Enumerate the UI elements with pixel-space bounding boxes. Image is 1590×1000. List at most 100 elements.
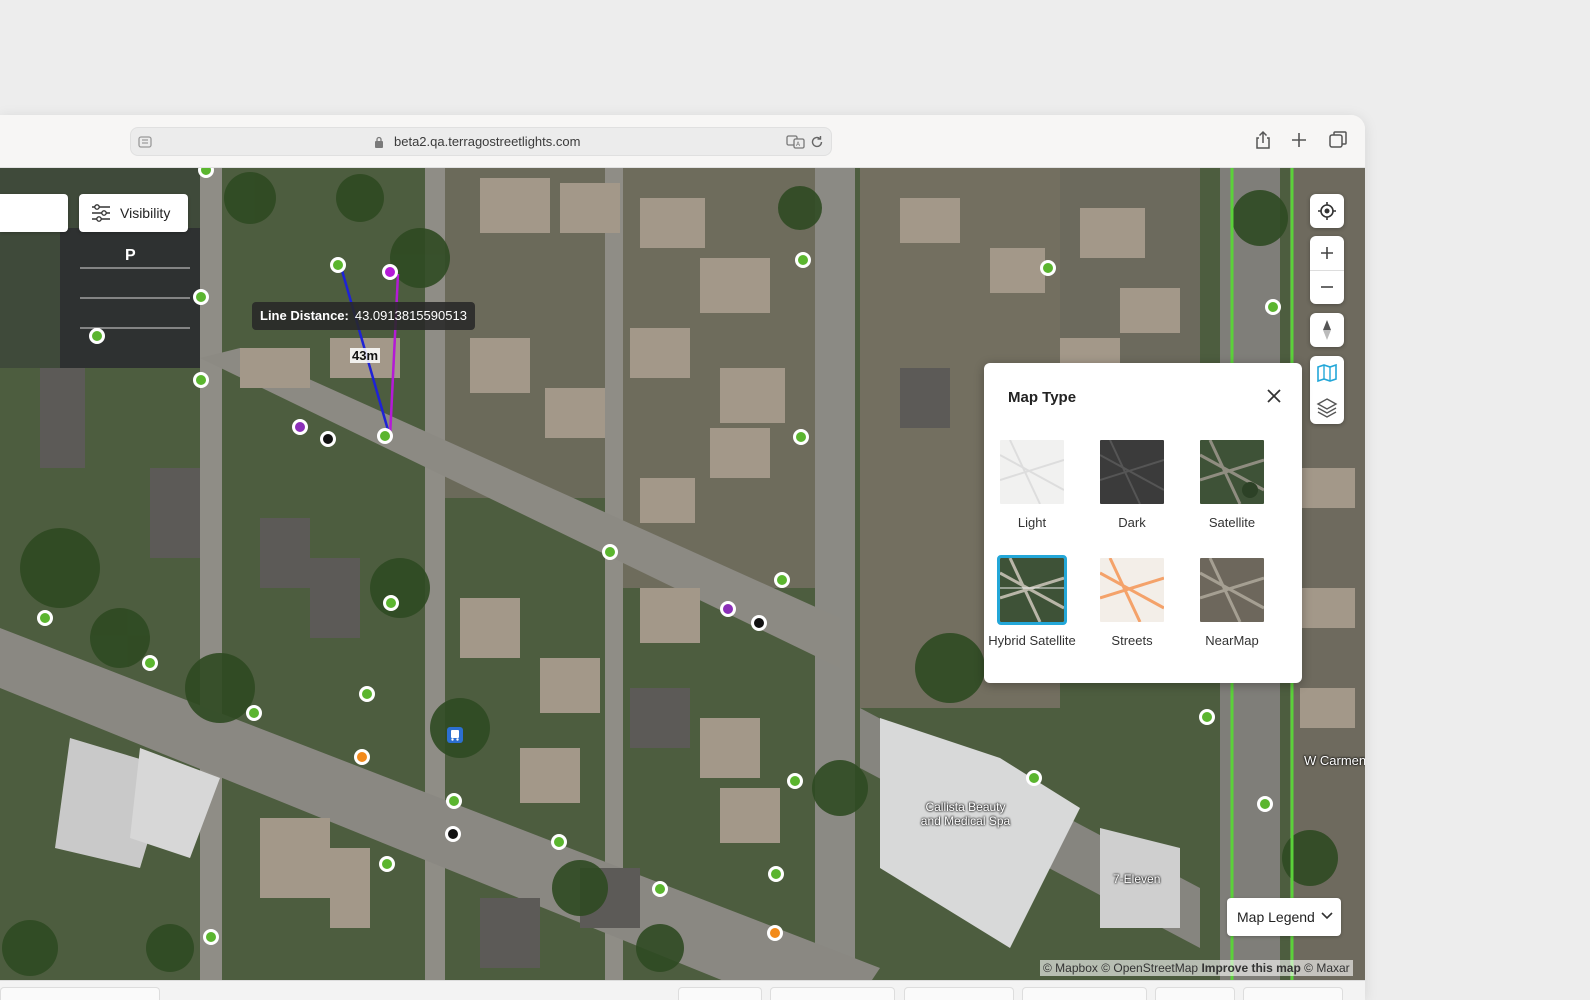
light-thumbnail	[997, 437, 1067, 507]
nearmap-thumbnail	[1197, 555, 1267, 625]
map-type-icon[interactable]	[1316, 363, 1338, 383]
streetlight-pin[interactable]	[142, 655, 158, 671]
visibility-button[interactable]: Visibility	[79, 194, 188, 232]
zoom-in-icon[interactable]	[1319, 245, 1335, 261]
streetlight-pin[interactable]	[383, 595, 399, 611]
line-distance-label: Line Distance:	[260, 308, 349, 323]
panel-tab[interactable]	[678, 987, 762, 1000]
streetlight-pin[interactable]	[193, 372, 209, 388]
streetlight-pin[interactable]	[89, 328, 105, 344]
compass-icon	[1323, 320, 1331, 340]
streetlight-pin[interactable]	[1257, 796, 1273, 812]
hybrid-satellite-thumbnail	[997, 555, 1067, 625]
place-label: Callista Beauty and Medical Spa	[920, 800, 1011, 828]
tabs-overview-icon[interactable]	[1327, 129, 1349, 151]
panel-tab[interactable]	[904, 987, 1014, 1000]
streetlight-pin[interactable]	[203, 929, 219, 945]
streetlight-pin[interactable]	[193, 289, 209, 305]
map-legend-button[interactable]: Map Legend	[1227, 898, 1341, 936]
streetlight-pin[interactable]	[292, 419, 308, 435]
streetlight-pin[interactable]	[1040, 260, 1056, 276]
streetlight-pin[interactable]	[446, 793, 462, 809]
streetlight-pin[interactable]	[330, 257, 346, 273]
streetlight-pin[interactable]	[551, 834, 567, 850]
map-legend-label: Map Legend	[1237, 909, 1315, 925]
reload-icon[interactable]	[809, 134, 825, 150]
panel-tab[interactable]	[1243, 987, 1343, 1000]
satellite-thumbnail	[1197, 437, 1267, 507]
streetlight-pin[interactable]	[1026, 770, 1042, 786]
streetlight-pin[interactable]	[652, 881, 668, 897]
map-canvas[interactable]: P Callista Beauty and Medical Spa 7-Elev…	[0, 168, 1365, 980]
zoom-out-icon[interactable]	[1319, 279, 1335, 295]
streetlight-pin[interactable]	[320, 431, 336, 447]
streetlight-pin[interactable]	[774, 572, 790, 588]
map-type-option-light[interactable]: Light	[988, 437, 1076, 530]
address-bar[interactable]: beta2.qa.terragostreetlights.com A	[130, 127, 832, 156]
browser-toolbar: beta2.qa.terragostreetlights.com A	[0, 115, 1365, 168]
panel-tab[interactable]	[770, 987, 895, 1000]
layers-icon[interactable]	[1316, 396, 1338, 418]
streetlight-pin[interactable]	[768, 866, 784, 882]
map-type-label: Streets	[1111, 633, 1153, 648]
map-type-label: Light	[1017, 515, 1047, 530]
streetlight-pin[interactable]	[445, 826, 461, 842]
streetlight-pin[interactable]	[602, 544, 618, 560]
locate-button[interactable]	[1310, 194, 1344, 228]
streetlight-pin[interactable]	[246, 705, 262, 721]
streetlight-pin[interactable]	[793, 429, 809, 445]
bottom-panel-edge	[0, 980, 1365, 1000]
panel-tab[interactable]	[1022, 987, 1147, 1000]
browser-window: beta2.qa.terragostreetlights.com A P Cal…	[0, 115, 1365, 1000]
search-input[interactable]	[0, 194, 68, 232]
streetlight-pin[interactable]	[767, 925, 783, 941]
compass-button[interactable]	[1310, 313, 1344, 347]
map-attribution: © Mapbox © OpenStreetMap Improve this ma…	[1040, 960, 1353, 976]
improve-map-link[interactable]: Improve this map	[1201, 961, 1300, 975]
streetlight-pin[interactable]	[379, 856, 395, 872]
map-type-option-hybrid-satellite[interactable]: Hybrid Satellite	[988, 555, 1076, 649]
map-type-option-nearmap[interactable]: NearMap	[1188, 555, 1276, 648]
url-text: beta2.qa.terragostreetlights.com	[394, 134, 581, 149]
chevron-down-icon	[1321, 912, 1333, 920]
streetlight-pin[interactable]	[795, 252, 811, 268]
map-type-option-dark[interactable]: Dark	[1088, 437, 1176, 530]
locate-icon	[1318, 202, 1336, 220]
map-type-title: Map Type	[1008, 389, 1077, 406]
close-icon[interactable]	[1264, 386, 1284, 406]
streets-thumbnail	[1097, 555, 1167, 625]
bus-stop-icon	[447, 727, 463, 743]
streetlight-pin[interactable]	[354, 749, 370, 765]
streetlight-pin[interactable]	[377, 428, 393, 444]
panel-tab[interactable]	[1155, 987, 1235, 1000]
translate-icon[interactable]: A	[786, 134, 806, 150]
map-type-label: Satellite	[1208, 515, 1256, 530]
new-tab-icon[interactable]	[1288, 129, 1310, 151]
streetlight-pin[interactable]	[787, 773, 803, 789]
map-type-label: Dark	[1118, 515, 1146, 530]
streetlight-pin[interactable]	[382, 264, 398, 280]
streetlight-pin[interactable]	[1199, 709, 1215, 725]
map-style-control	[1310, 356, 1344, 424]
attribution-text: © Mapbox © OpenStreetMap	[1043, 961, 1199, 975]
lock-icon	[375, 136, 383, 148]
sidebar-icon[interactable]	[137, 134, 153, 150]
panel-tab[interactable]	[0, 987, 160, 1000]
streetlight-pin[interactable]	[720, 601, 736, 617]
streetlight-pin[interactable]	[37, 610, 53, 626]
place-label: W Carmen	[1304, 753, 1365, 768]
map-type-option-satellite[interactable]: Satellite	[1188, 437, 1276, 530]
dark-thumbnail	[1097, 437, 1167, 507]
map-type-label: Hybrid Satellite	[988, 633, 1076, 648]
segment-length-label: 43m	[350, 348, 381, 363]
streetlight-pin[interactable]	[751, 615, 767, 631]
streetlight-pin[interactable]	[359, 686, 375, 702]
place-label: 7-Eleven	[1113, 872, 1161, 886]
map-type-option-streets[interactable]: Streets	[1088, 555, 1176, 648]
streetlight-pin[interactable]	[1265, 299, 1281, 315]
parking-label: P	[125, 247, 136, 264]
share-icon[interactable]	[1252, 129, 1274, 151]
visibility-label: Visibility	[120, 205, 171, 221]
line-distance-value: 43.0913815590513	[354, 308, 467, 323]
sliders-icon	[92, 204, 110, 222]
